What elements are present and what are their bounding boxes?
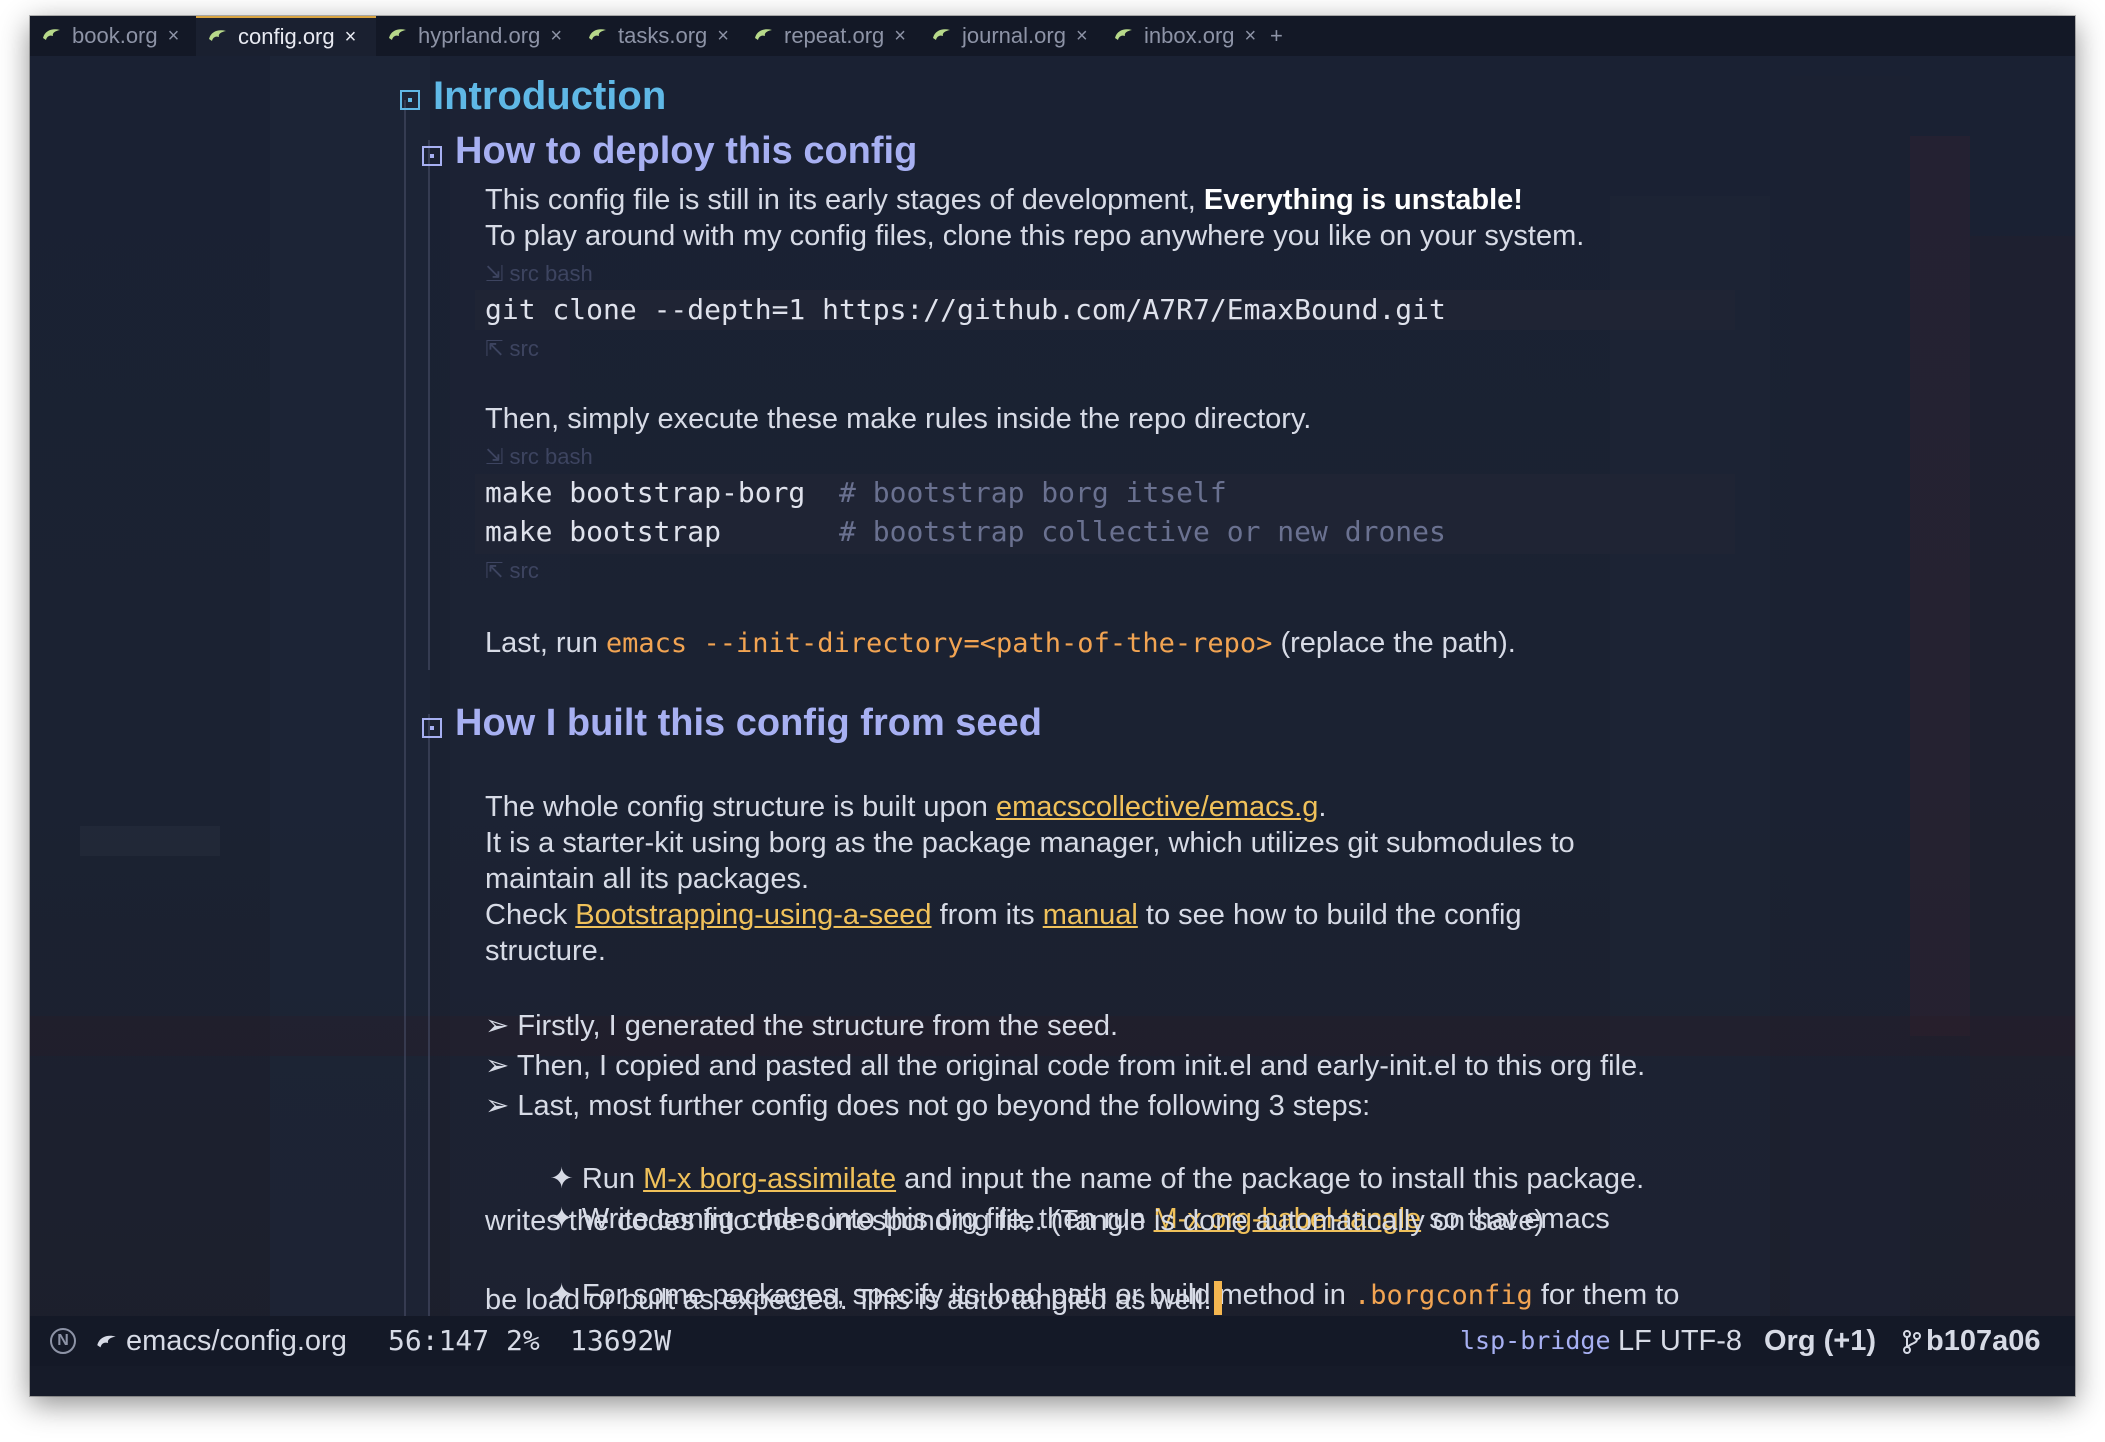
tab-journal-org[interactable]: journal.org ×	[930, 16, 1110, 56]
emacs-gnu-icon	[209, 30, 226, 41]
emacs-gnu-icon	[933, 29, 950, 40]
paragraph-line: maintain all its packages.	[485, 863, 809, 895]
close-icon[interactable]: ×	[894, 25, 906, 48]
paragraph-line: It is a starter-kit using borg as the pa…	[485, 827, 1575, 859]
inline-code: emacs --init-directory=<path-of-the-repo…	[605, 628, 1273, 659]
heading-deploy: How to deploy this config	[455, 130, 918, 172]
link-bootstrapping[interactable]: Bootstrapping-using-a-seed	[575, 899, 931, 931]
paragraph-line: To play around with my config files, clo…	[485, 220, 1585, 252]
emacs-gnu-icon	[389, 29, 406, 40]
paragraph-line: Last, run emacs --init-directory=<path-o…	[485, 627, 1516, 659]
heading-introduction: Introduction	[433, 74, 667, 118]
link-manual[interactable]: manual	[1043, 899, 1138, 931]
new-tab-button[interactable]: +	[1270, 16, 1283, 56]
paragraph-line: be load or built as expected. This is au…	[485, 1281, 1222, 1317]
emacs-gnu-icon	[1115, 29, 1132, 40]
git-branch-icon	[1903, 1330, 1921, 1354]
tab-label: inbox.org	[1144, 23, 1235, 48]
close-icon[interactable]: ×	[717, 25, 729, 48]
list-item: ➢ Last, most further config does not go …	[485, 1090, 1371, 1122]
tab-bar: book.org × config.org × hyprland.org × t…	[30, 16, 2075, 56]
tab-repeat-org[interactable]: repeat.org ×	[752, 16, 932, 56]
close-icon[interactable]: ×	[1245, 25, 1257, 48]
emacs-gnu-icon	[755, 29, 772, 40]
code-line: make bootstrap # bootstrap collective or…	[485, 515, 1446, 548]
paragraph-line: Then, simply execute these make rules in…	[485, 403, 1312, 435]
org-buffer[interactable]: Introduction How to deploy this config T…	[30, 56, 2075, 1344]
close-icon[interactable]: ×	[1076, 25, 1088, 48]
close-icon[interactable]: ×	[345, 26, 357, 49]
tab-label: journal.org	[962, 23, 1066, 48]
code-line: git clone --depth=1 https://github.com/A…	[485, 293, 1446, 326]
evil-normal-state-badge: N	[50, 1328, 76, 1354]
vc-branch[interactable]: b107a06	[1926, 1316, 2041, 1366]
heading-built-from-seed: How I built this config from seed	[455, 702, 1042, 744]
list-item: ➢ Then, I copied and pasted all the orig…	[485, 1050, 1646, 1082]
close-icon[interactable]: ×	[550, 25, 562, 48]
word-count: 13692W	[570, 1324, 672, 1357]
heading-fold-icon[interactable]	[400, 90, 420, 110]
tab-tasks-org[interactable]: tasks.org ×	[586, 16, 766, 56]
paragraph-line: Check Bootstrapping-using-a-seed from it…	[485, 899, 1522, 931]
buffer-percent: 2%	[506, 1324, 540, 1357]
list-item: ➢ Firstly, I generated the structure fro…	[485, 1010, 1119, 1042]
close-icon[interactable]: ×	[168, 25, 180, 48]
link-emacs-g[interactable]: emacscollective/emacs.g	[996, 791, 1318, 823]
indent-guide	[428, 714, 430, 1344]
cursor-position: 56:147	[388, 1324, 490, 1357]
tab-inbox-org[interactable]: inbox.org ×	[1112, 16, 1282, 56]
emacs-window: book.org × config.org × hyprland.org × t…	[30, 16, 2075, 1396]
src-block-end: ⇱ src	[485, 336, 539, 361]
tab-label: book.org	[72, 23, 158, 48]
indent-guide	[404, 100, 406, 1340]
encoding-indicator[interactable]: LF UTF-8	[1618, 1316, 1742, 1366]
emacs-gnu-icon	[97, 1335, 116, 1348]
tab-config-org[interactable]: config.org ×	[196, 16, 376, 56]
code-line: make bootstrap-borg # bootstrap borg its…	[485, 476, 1227, 509]
src-block-begin: ⇲ src bash	[485, 444, 593, 469]
indent-guide	[428, 140, 430, 670]
emacs-gnu-icon	[43, 29, 60, 40]
lsp-status[interactable]: lsp-bridge	[1460, 1316, 1611, 1366]
major-mode[interactable]: Org (+1)	[1764, 1316, 1876, 1366]
mode-line: N emacs/config.org 56:147 2% 13692W lsp-…	[30, 1316, 2075, 1366]
heading-fold-icon[interactable]	[422, 146, 442, 166]
tab-label: repeat.org	[784, 23, 885, 48]
inline-code: .borgconfig	[1353, 1280, 1533, 1311]
paragraph-line: The whole config structure is built upon…	[485, 791, 1327, 823]
tab-label: config.org	[238, 24, 335, 49]
tab-book-org[interactable]: book.org ×	[40, 16, 190, 56]
paragraph-line: structure.	[485, 935, 606, 967]
text-cursor	[1213, 1281, 1222, 1315]
paragraph-line: This config file is still in its early s…	[485, 184, 1523, 216]
emacs-gnu-icon	[589, 29, 606, 40]
tab-label: tasks.org	[618, 23, 708, 48]
tab-hyprland-org[interactable]: hyprland.org ×	[386, 16, 586, 56]
buffer-file-name[interactable]: emacs/config.org	[126, 1316, 347, 1366]
tab-label: hyprland.org	[418, 23, 541, 48]
src-block-end: ⇱ src	[485, 558, 539, 583]
src-block-begin: ⇲ src bash	[485, 261, 593, 286]
heading-fold-icon[interactable]	[422, 718, 442, 738]
paragraph-line: writes the codes into the corresponding …	[485, 1205, 1545, 1237]
